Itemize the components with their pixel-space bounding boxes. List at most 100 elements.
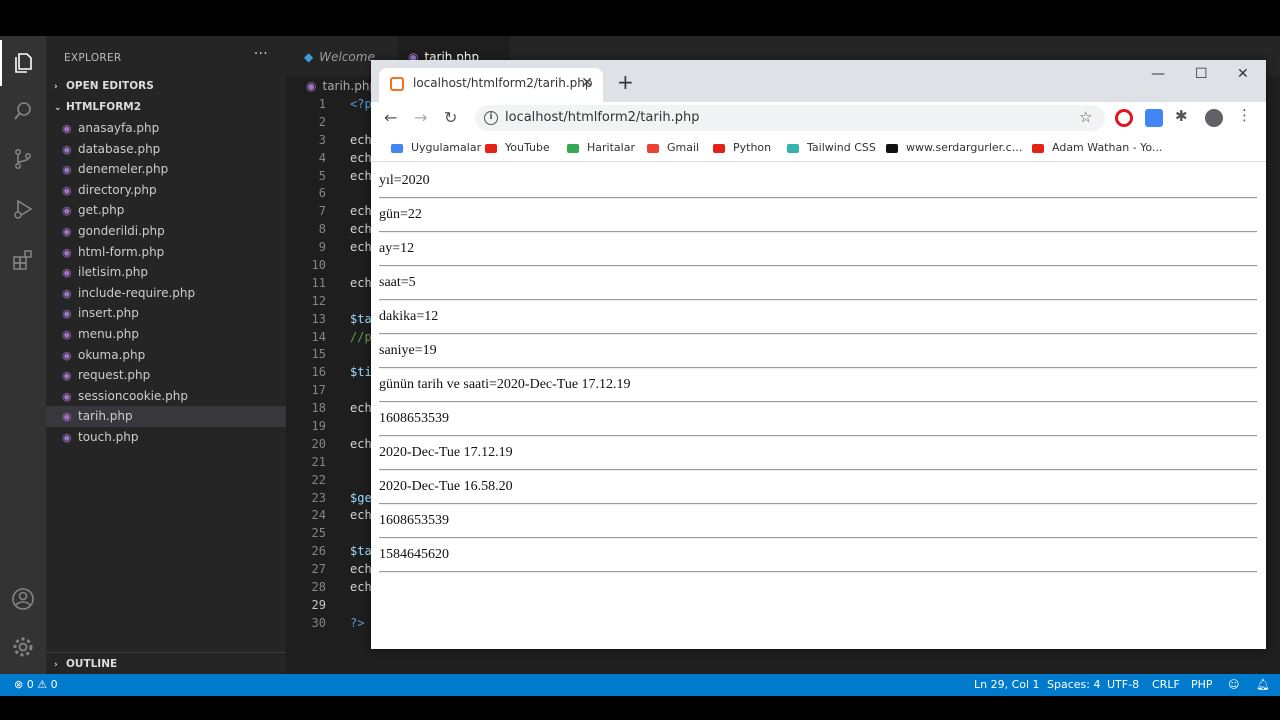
php-file-icon: ◉ [62, 307, 72, 321]
reload-icon[interactable]: ↻ [444, 108, 457, 127]
bookmark-star-icon[interactable]: ☆ [1079, 108, 1092, 126]
file-item[interactable]: ◉ html-form.php [46, 242, 286, 263]
close-window-icon[interactable]: ✕ [1237, 66, 1249, 82]
file-label: gonderildi.php [78, 223, 165, 238]
more-actions-icon[interactable]: ··· [254, 46, 268, 62]
profile-avatar-icon[interactable] [1205, 109, 1223, 127]
encoding[interactable]: UTF-8 [1107, 674, 1139, 696]
php-file-icon: ◉ [62, 430, 72, 444]
code-line: <?p [350, 97, 372, 111]
extensions-icon[interactable] [0, 236, 46, 282]
line-number: 16 [311, 365, 326, 380]
file-item[interactable]: ◉ get.php [46, 200, 286, 221]
opera-extension-icon[interactable] [1115, 109, 1133, 127]
site-info-icon[interactable]: i [484, 111, 498, 125]
language-mode[interactable]: PHP [1191, 674, 1213, 696]
line-number: 24 [311, 508, 326, 523]
explorer-icon[interactable] [0, 40, 46, 86]
bookmark-item[interactable]: Haritalar [567, 140, 635, 156]
line-ending[interactable]: CRLF [1152, 674, 1180, 696]
output-line: gün=22 [379, 207, 422, 222]
file-item[interactable]: ◉ include-require.php [46, 283, 286, 304]
file-item[interactable]: ◉ sessioncookie.php [46, 386, 286, 407]
file-item[interactable]: ◉ gonderildi.php [46, 221, 286, 242]
bookmark-item[interactable]: Adam Wathan - Yo... [1032, 140, 1162, 156]
folder-section[interactable]: ⌄ HTMLFORM2 [46, 97, 286, 118]
run-debug-icon[interactable] [0, 186, 46, 232]
maximize-icon[interactable]: ☐ [1195, 66, 1208, 82]
bookmark-item[interactable]: Uygulamalar [391, 140, 481, 156]
line-number: 20 [311, 436, 326, 451]
line-number: 6 [318, 186, 326, 201]
tab-welcome-label: Welcome [319, 50, 375, 64]
bookmark-label: Haritalar [587, 141, 635, 154]
bookmark-item[interactable]: Gmail [647, 140, 699, 156]
feedback-icon[interactable]: ☺ [1228, 674, 1239, 696]
file-item[interactable]: ◉ anasayfa.php [46, 118, 286, 139]
source-control-icon[interactable] [0, 136, 46, 182]
file-item[interactable]: ◉ directory.php [46, 180, 286, 201]
file-label: denemeler.php [78, 162, 169, 177]
translate-extension-icon[interactable] [1145, 109, 1163, 127]
file-item[interactable]: ◉ okuma.php [46, 345, 286, 366]
explorer-title-text: EXPLORER [64, 52, 122, 64]
line-number: 2 [318, 114, 326, 129]
line-number: 28 [311, 580, 326, 595]
cursor-position[interactable]: Ln 29, Col 1 [974, 674, 1040, 696]
php-file-icon: ◉ [306, 79, 317, 93]
notifications-bell-icon[interactable]: 🔔︎ [1256, 674, 1270, 696]
file-item[interactable]: ◉ iletisim.php [46, 262, 286, 283]
file-label: include-require.php [78, 285, 196, 300]
favicon-icon [390, 77, 404, 91]
horizontal-rule [379, 537, 1257, 539]
line-number: 13 [311, 311, 326, 326]
line-number: 23 [311, 490, 326, 505]
line-number: 17 [311, 383, 326, 398]
bookmark-label: Tailwind CSS [807, 141, 876, 154]
extensions-puzzle-icon[interactable]: ✱ [1175, 107, 1193, 125]
line-number: 10 [311, 258, 326, 273]
explorer-sidebar: EXPLORER ··· › OPEN EDITORS ⌄ HTMLFORM2 ◉ a… [46, 36, 286, 674]
vscode-icon: ◆ [304, 50, 314, 64]
search-icon[interactable] [0, 88, 46, 134]
horizontal-rule [379, 435, 1257, 437]
bookmark-label: Gmail [667, 141, 700, 154]
bookmark-item[interactable]: www.serdargurler.c... [886, 140, 1022, 156]
forward-arrow-icon[interactable]: → [414, 108, 427, 127]
back-arrow-icon[interactable]: ← [384, 108, 397, 127]
file-item[interactable]: ◉ tarih.php [46, 406, 286, 427]
file-item[interactable]: ◉ touch.php [46, 427, 286, 448]
menu-kebab-icon[interactable]: ⋮ [1237, 106, 1255, 124]
accounts-icon[interactable] [0, 576, 46, 622]
browser-tab[interactable]: localhost/htmlform2/tarih.php ✕ [379, 68, 603, 102]
file-item[interactable]: ◉ denemeler.php [46, 159, 286, 180]
close-tab-icon[interactable]: ✕ [581, 75, 593, 91]
file-item[interactable]: ◉ database.php [46, 139, 286, 160]
bookmark-item[interactable]: YouTube [485, 140, 550, 156]
address-bar[interactable]: i localhost/htmlform2/tarih.php [475, 105, 1105, 131]
output-line: yıl=2020 [379, 173, 430, 188]
file-label: get.php [78, 203, 125, 218]
indentation[interactable]: Spaces: 4 [1047, 674, 1100, 696]
bookmark-item[interactable]: Python [713, 140, 771, 156]
open-editors-section[interactable]: › OPEN EDITORS [46, 76, 286, 97]
php-file-icon: ◉ [62, 410, 72, 424]
bookmark-icon [787, 143, 799, 153]
bookmark-item[interactable]: Tailwind CSS [787, 140, 876, 156]
outline-section[interactable]: › OUTLINE [46, 652, 286, 674]
bookmark-icon [647, 143, 659, 153]
problems-indicator[interactable]: ⊗ 0 ⚠ 0 [14, 674, 58, 696]
new-tab-plus-icon[interactable]: + [617, 70, 634, 94]
minimize-icon[interactable]: — [1151, 66, 1165, 82]
file-item[interactable]: ◉ request.php [46, 365, 286, 386]
address-bar-url: localhost/htmlform2/tarih.php [505, 110, 700, 125]
horizontal-rule [379, 367, 1257, 369]
settings-gear-icon[interactable] [0, 624, 46, 670]
code-lines[interactable]: <?p ech ech ech ech ech ech ech $ta //p $ti ech ech $… [350, 96, 372, 633]
line-number: 21 [311, 454, 326, 469]
file-item[interactable]: ◉ menu.php [46, 324, 286, 345]
file-item[interactable]: ◉ insert.php [46, 303, 286, 324]
code-line: ech [350, 436, 372, 451]
